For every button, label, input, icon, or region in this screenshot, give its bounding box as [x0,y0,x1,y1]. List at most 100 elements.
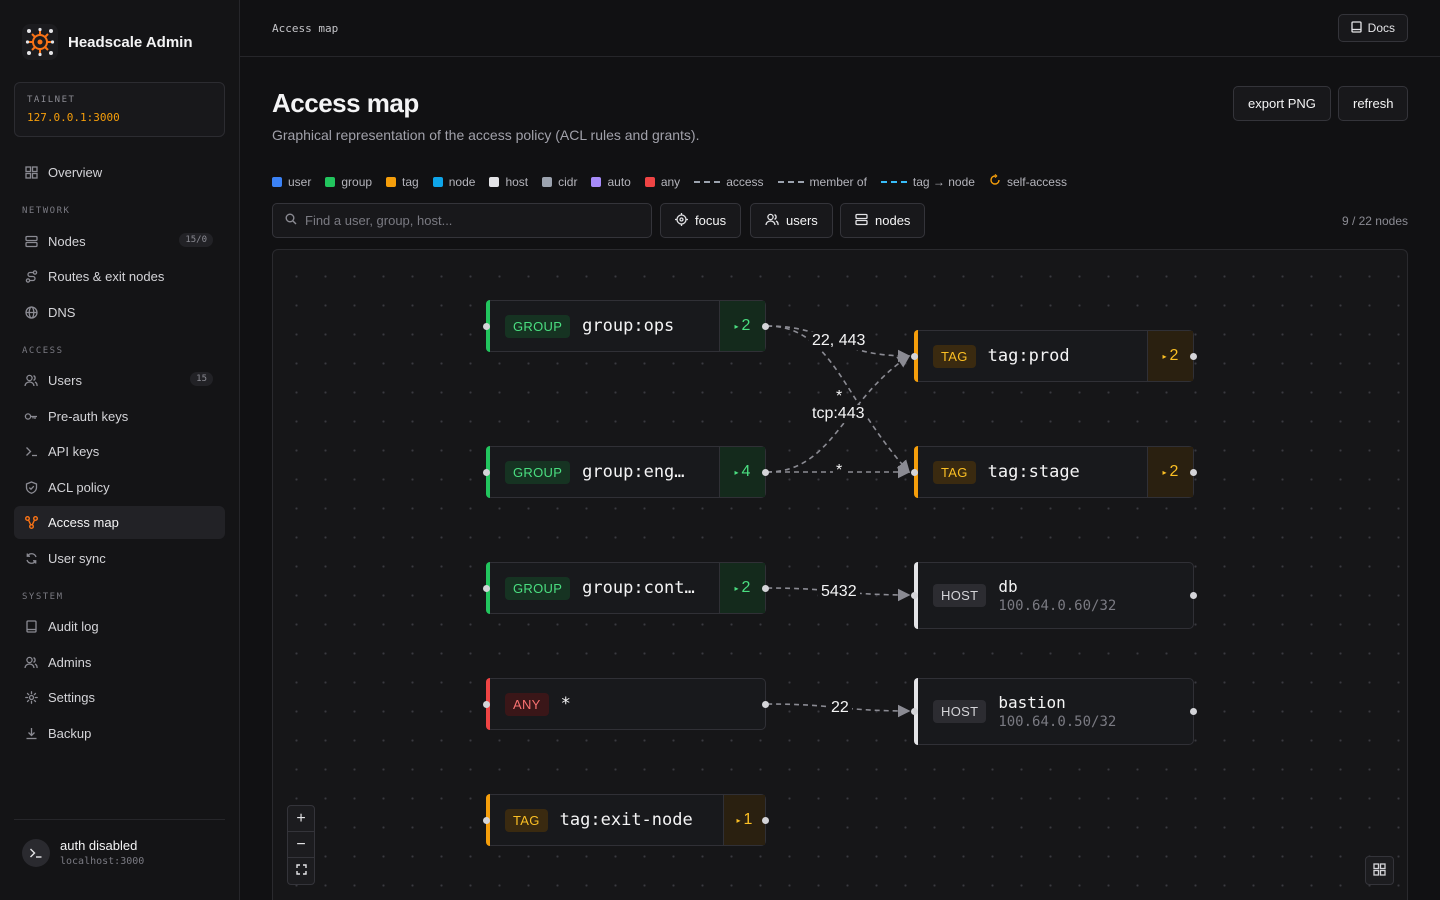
search-input[interactable] [305,213,635,228]
node-any[interactable]: ANY * [483,678,769,730]
legend-node: node [432,175,475,189]
zoom-in-button[interactable]: + [288,806,314,832]
node-handle-right[interactable] [1190,352,1197,360]
node-host-bastion[interactable]: HOST bastion 100.64.0.50/32 [911,678,1197,745]
topbar: Access map Docs [240,0,1440,57]
legend-group: group [325,175,372,189]
node-member-count[interactable]: ▸ 2 [719,301,765,351]
terminal-avatar-icon [22,838,50,867]
docs-button[interactable]: Docs [1337,14,1408,42]
search-field[interactable] [272,203,652,238]
focus-button[interactable]: focus [660,203,742,238]
node-member-count[interactable]: ▸ 1 [723,795,765,845]
users-count-badge: 15 [190,372,213,386]
node-handle-left[interactable] [911,468,918,476]
graph-canvas[interactable]: 22, 443 * tcp:443 * 5432 22 GROUP group:… [272,249,1408,900]
node-kind-badge: TAG [505,808,548,832]
node-handle-left[interactable] [483,816,490,824]
sidebar-item-backup[interactable]: Backup [14,717,225,750]
node-handle-right[interactable] [1190,468,1197,476]
node-tag-prod[interactable]: TAG tag:prod ▸ 2 [911,330,1197,382]
sidebar-item-label: Audit log [48,619,99,634]
server-icon [855,213,868,229]
node-handle-left[interactable] [911,352,918,360]
node-label: * [560,694,571,714]
node-handle-left[interactable] [483,700,490,708]
nodes-label: nodes [875,213,911,228]
node-label: group:eng… [582,462,685,482]
sidebar-item-audit-log[interactable]: Audit log [14,610,225,643]
node-kind-badge: HOST [933,584,987,607]
node-handle-left[interactable] [483,468,490,476]
page-title: Access map [272,88,419,118]
node-handle-right[interactable] [762,322,769,330]
node-member-count[interactable]: ▸ 2 [719,563,765,613]
node-member-count[interactable]: ▸ 2 [1147,447,1193,497]
node-kind-badge: HOST [933,700,987,723]
node-handle-left[interactable] [483,322,490,330]
sidebar-item-nodes[interactable]: Nodes 15/0 [14,225,225,258]
node-handle-right[interactable] [762,816,769,824]
headscale-logo-icon [22,24,58,60]
node-handle-right[interactable] [1190,592,1197,599]
route-icon [24,270,38,284]
sidebar-item-dns[interactable]: DNS [14,296,225,329]
users-icon [24,656,38,670]
node-handle-right[interactable] [1190,708,1197,715]
nodes-count-badge: 15/0 [179,233,213,247]
node-handle-right[interactable] [762,700,769,708]
nodes-filter-button[interactable]: nodes [840,203,926,238]
host-ip: 100.64.0.50/32 [998,714,1117,730]
export-png-button[interactable]: export PNG [1233,86,1331,121]
sidebar-item-label: Admins [48,655,92,670]
sidebar-item-admins[interactable]: Admins [14,646,225,679]
key-icon [24,410,38,424]
minimap-toggle-button[interactable] [1365,856,1394,885]
node-group-ops[interactable]: GROUP group:ops ▸ 2 [483,300,769,352]
node-handle-left[interactable] [911,708,918,715]
node-handle-left[interactable] [911,592,918,599]
fullscreen-icon [295,862,307,880]
sidebar-item-routes[interactable]: Routes & exit nodes [14,260,225,293]
node-handle-right[interactable] [762,468,769,476]
users-filter-button[interactable]: users [750,203,833,238]
zoom-out-button[interactable]: − [288,832,314,858]
sidebar-item-access-map[interactable]: Access map [14,506,225,539]
graph-icon [24,516,38,530]
sidebar-item-label: Backup [48,726,92,741]
sidebar-item-label: Nodes [48,234,86,249]
node-member-count[interactable]: ▸ 4 [719,447,765,497]
terminal-icon [24,445,38,459]
section-access: ACCESS [22,346,64,356]
self-loop-icon [989,174,1001,189]
sidebar-item-preauth-keys[interactable]: Pre-auth keys [14,400,225,433]
node-group-eng[interactable]: GROUP group:eng… ▸ 4 [483,446,769,498]
grid-icon [1373,862,1386,879]
edge-label-tcp: tcp:443 [809,405,868,423]
sidebar-item-overview[interactable]: Overview [14,156,225,189]
node-group-cont[interactable]: GROUP group:cont… ▸ 2 [483,562,769,614]
sidebar-item-label: Access map [48,515,119,530]
sidebar-item-acl-policy[interactable]: ACL policy [14,471,225,504]
user-icon [24,374,38,388]
auth-status: auth disabled localhost:3000 [14,819,225,867]
host-name: db [998,577,1018,596]
refresh-button[interactable]: refresh [1338,86,1409,121]
sidebar-item-settings[interactable]: Settings [14,681,225,714]
node-kind-badge: TAG [933,344,976,368]
download-icon [24,727,38,741]
sidebar-item-user-sync[interactable]: User sync [14,542,225,575]
brand[interactable]: Headscale Admin [22,24,193,60]
globe-icon [24,306,38,320]
node-handle-right[interactable] [762,584,769,592]
node-tag-exit-node[interactable]: TAG tag:exit-node ▸ 1 [483,794,769,846]
sidebar-item-label: ACL policy [48,480,110,495]
node-handle-left[interactable] [483,584,490,592]
sidebar-item-api-keys[interactable]: API keys [14,435,225,468]
node-member-count[interactable]: ▸ 2 [1147,331,1193,381]
node-host-db[interactable]: HOST db 100.64.0.60/32 [911,562,1197,629]
tailnet-selector[interactable]: TAILNET 127.0.0.1:3000 [14,82,225,137]
sidebar-item-users[interactable]: Users 15 [14,364,225,397]
node-tag-stage[interactable]: TAG tag:stage ▸ 2 [911,446,1197,498]
fit-view-button[interactable] [288,858,314,884]
